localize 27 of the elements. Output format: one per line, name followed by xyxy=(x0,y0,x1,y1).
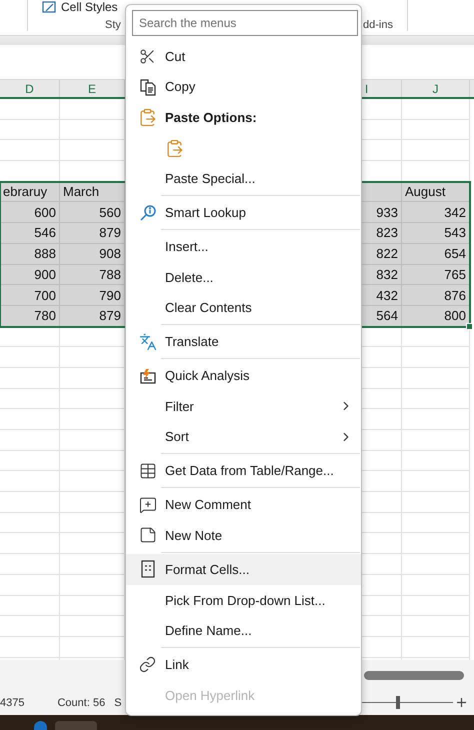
status-text: 4375 xyxy=(0,696,24,708)
table-cell: 600 xyxy=(0,202,60,224)
table-cell: 546 xyxy=(0,223,60,244)
table-cell: 879 xyxy=(60,306,125,327)
table-cell: 342 xyxy=(402,202,470,224)
table-cell: 800 xyxy=(402,306,470,327)
status-text: Count: 56 xyxy=(57,696,106,708)
table-cell: 788 xyxy=(60,264,125,286)
status-text: S xyxy=(114,696,122,708)
table-cell: August xyxy=(402,182,470,202)
table-cell: 879 xyxy=(60,223,125,244)
table-cell: 654 xyxy=(402,244,470,264)
table-cell: 560 xyxy=(60,202,125,224)
table-cell: 700 xyxy=(0,285,60,306)
table-cell: 780 xyxy=(0,306,60,327)
table-cell: 900 xyxy=(0,264,60,286)
table-cell: 765 xyxy=(402,264,470,286)
table-cell: March xyxy=(60,182,125,202)
menu-section-title: Paste Options: xyxy=(165,110,258,125)
table-cell: 543 xyxy=(402,223,470,244)
table-cell: 876 xyxy=(402,285,470,306)
table-cell: ebraruy xyxy=(0,182,60,202)
table-cell: 790 xyxy=(60,285,125,306)
table-cell: 888 xyxy=(0,244,60,264)
group-label: Sty xyxy=(105,19,121,31)
group-label: dd-ins xyxy=(363,19,393,31)
table-cell: 908 xyxy=(60,244,125,264)
